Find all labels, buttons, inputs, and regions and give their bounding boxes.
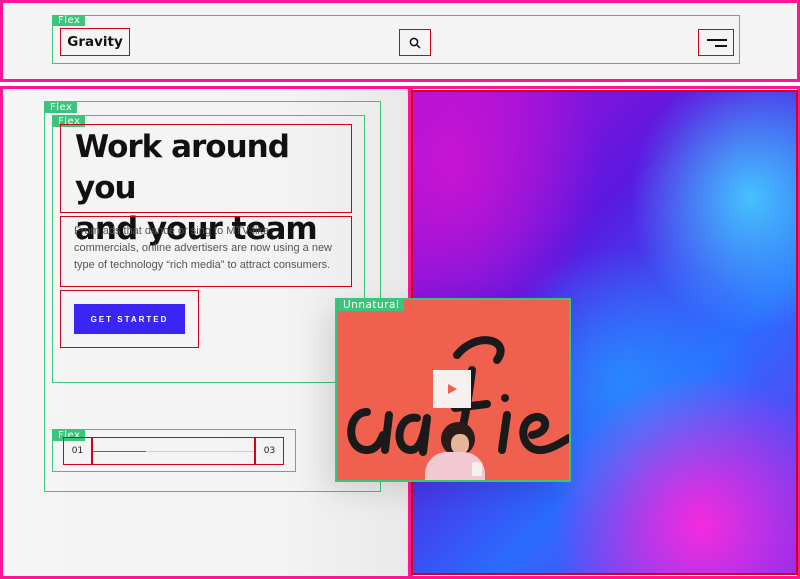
slide-total[interactable]: 03 <box>255 437 284 465</box>
slide-fill <box>93 451 147 452</box>
menu-icon-line-top <box>707 38 727 41</box>
hero-outer-flex-tag: Flex <box>45 102 78 113</box>
video-component-tag: Unnatural <box>338 300 405 311</box>
slide-progress[interactable] <box>92 437 255 465</box>
search-icon <box>409 37 421 48</box>
headline-line-1: Work around you <box>75 129 290 206</box>
headline-box: Work around you and your team <box>60 124 352 247</box>
video-component-outline <box>335 298 571 482</box>
menu-icon-line-bottom <box>715 44 727 47</box>
menu-button[interactable] <box>698 29 734 56</box>
header-flex-tag: Flex <box>53 15 86 26</box>
logo[interactable]: Gravity <box>60 28 130 56</box>
get-started-button[interactable]: GET STARTED <box>74 304 185 334</box>
header-flex-container <box>52 15 740 64</box>
hero-paragraph: From ads that dance or sing to MTV-like … <box>74 225 333 271</box>
paragraph-box: From ads that dance or sing to MTV-like … <box>60 216 352 287</box>
slide-track <box>93 451 254 452</box>
search-button[interactable] <box>399 29 431 56</box>
logo-text: Gravity <box>67 34 123 50</box>
slide-current[interactable]: 01 <box>63 437 92 465</box>
